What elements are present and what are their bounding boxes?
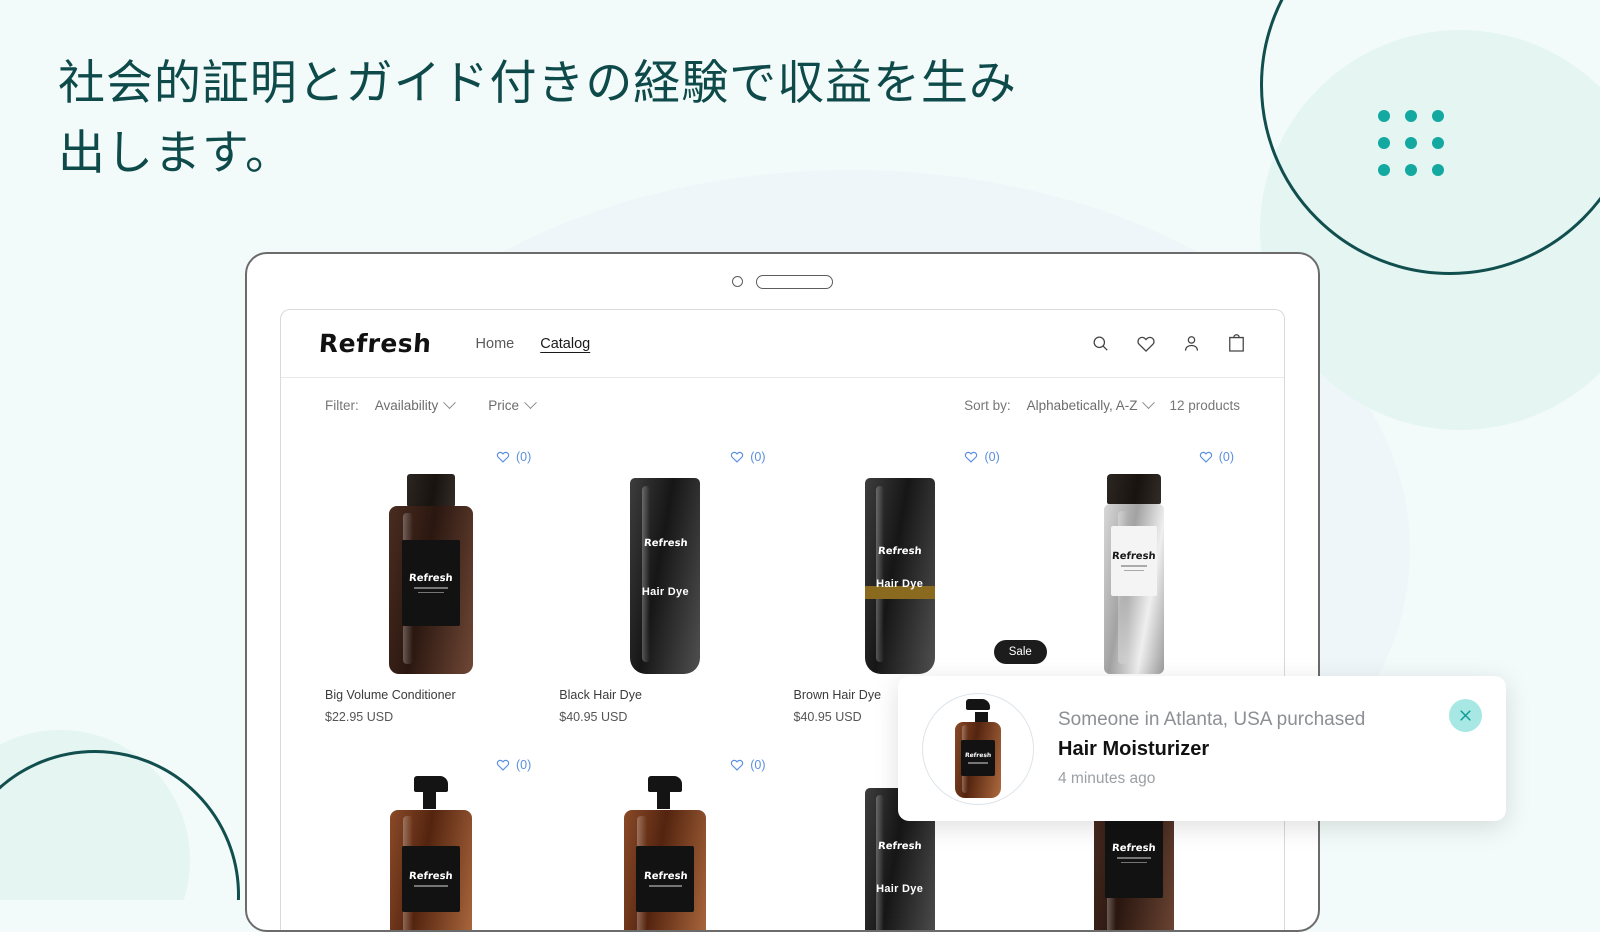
decor-circle-outline-bottom [0, 750, 240, 900]
product-image: Refresh Hair Dye [559, 442, 771, 674]
store-header: Refresh Home Catalog [281, 310, 1284, 378]
wishlist-count: (0) [515, 758, 532, 772]
tablet-screen: Refresh Home Catalog Filter: Availabilit… [280, 309, 1285, 930]
store-header-icons [1091, 334, 1246, 354]
pump-cap [648, 776, 683, 809]
product-card[interactable]: (0) Refresh Hair Dye Black Hair Dye $40.… [559, 442, 771, 724]
nav-item-catalog[interactable]: Catalog [540, 336, 590, 352]
store-nav: Home Catalog [476, 336, 591, 352]
chevron-down-icon [443, 395, 457, 409]
nav-item-home[interactable]: Home [476, 336, 515, 352]
bottle-brand: Refresh [1111, 551, 1157, 562]
bottle-brand: Refresh [408, 871, 454, 883]
product-price: $40.95 USD [559, 710, 628, 724]
purchase-notification-toast[interactable]: Refresh Someone in Atlanta, USA purchase… [898, 676, 1506, 821]
bottle-brand: Refresh [643, 538, 688, 549]
bottle-sub: Hair Dye [641, 586, 689, 598]
filter-availability[interactable]: Availability [374, 395, 457, 413]
wishlist-toggle[interactable]: (0) [1199, 450, 1234, 464]
sort-select[interactable]: Alphabetically, A-Z [1026, 395, 1156, 413]
bottle-brand: Refresh [877, 546, 922, 557]
bottle-brand: Refresh [1111, 843, 1157, 854]
bottle-sub: Hair Dye [876, 883, 924, 895]
wishlist-count: (0) [750, 758, 766, 772]
bottle-sub: Hair Dye [876, 578, 924, 590]
wishlist-toggle[interactable]: (0) [964, 450, 1000, 464]
camera-icon [732, 276, 743, 287]
product-title: Black Hair Dye [559, 688, 642, 702]
tablet-bezel [247, 254, 1318, 309]
wishlist-count: (0) [750, 450, 766, 464]
heart-icon[interactable] [1136, 334, 1156, 354]
sort-selected-value: Alphabetically, A-Z [1026, 397, 1138, 413]
wishlist-toggle[interactable]: (0) [496, 450, 531, 464]
wishlist-count: (0) [984, 450, 1000, 464]
product-image: Sale Refresh [993, 442, 1240, 674]
filter-availability-label: Availability [374, 397, 439, 413]
bottle-brand: Refresh [408, 573, 454, 584]
close-icon[interactable] [1449, 699, 1482, 732]
product-title: Big Volume Conditioner [325, 688, 456, 702]
filter-price-label: Price [488, 397, 520, 413]
page-title: 社会的証明とガイド付きの経験で収益を生み 出します。 [58, 56, 1017, 179]
product-image: Refresh [325, 442, 537, 674]
sort-controls: Sort by: Alphabetically, A-Z 12 products [964, 395, 1240, 413]
chevron-down-icon [524, 395, 537, 409]
wishlist-toggle[interactable]: (0) [730, 450, 766, 464]
product-image: Refresh [325, 750, 537, 930]
wishlist-count: (0) [515, 450, 532, 464]
notification-timestamp: 4 minutes ago [1058, 770, 1156, 787]
account-icon[interactable] [1182, 334, 1201, 353]
wishlist-toggle[interactable]: (0) [730, 758, 766, 772]
dot-grid-icon [1378, 110, 1444, 176]
filter-price[interactable]: Price [488, 395, 537, 413]
product-image: Refresh Hair Dye [794, 442, 1006, 674]
bottle-brand: Refresh [964, 752, 992, 760]
pump-cap [414, 776, 449, 809]
chevron-down-icon [1142, 395, 1156, 409]
product-card[interactable]: (0) Refresh [559, 750, 771, 930]
bottle-brand: Refresh [643, 871, 688, 883]
search-icon[interactable] [1091, 334, 1110, 353]
sort-label: Sort by: [964, 397, 1011, 413]
wishlist-count: (0) [1218, 450, 1234, 464]
notification-subtitle: Someone in Atlanta, USA purchased [1058, 709, 1366, 730]
notification-product-thumbnail: Refresh [922, 692, 1034, 805]
product-price: $22.95 USD [325, 710, 394, 724]
status-badge: Sale [993, 640, 1047, 664]
notification-product-name: Hair Moisturizer [1058, 738, 1210, 760]
bottle-brand: Refresh [877, 841, 922, 852]
filter-label: Filter: [325, 397, 359, 413]
notification-text: Someone in Atlanta, USA purchased Hair M… [1058, 709, 1449, 788]
tablet-mockup: Refresh Home Catalog Filter: Availabilit… [245, 252, 1320, 932]
product-count: 12 products [1169, 397, 1240, 413]
wishlist-toggle[interactable]: (0) [496, 758, 531, 772]
product-card[interactable]: (0) Refresh [325, 750, 537, 930]
speaker-icon [756, 274, 833, 289]
product-card[interactable]: (0) Refresh [325, 442, 537, 724]
cart-icon[interactable] [1227, 334, 1246, 353]
store-logo[interactable]: Refresh [318, 329, 433, 358]
filter-bar: Filter: Availability Price Sort by: Alph… [281, 378, 1284, 432]
product-image: Refresh [559, 750, 771, 930]
